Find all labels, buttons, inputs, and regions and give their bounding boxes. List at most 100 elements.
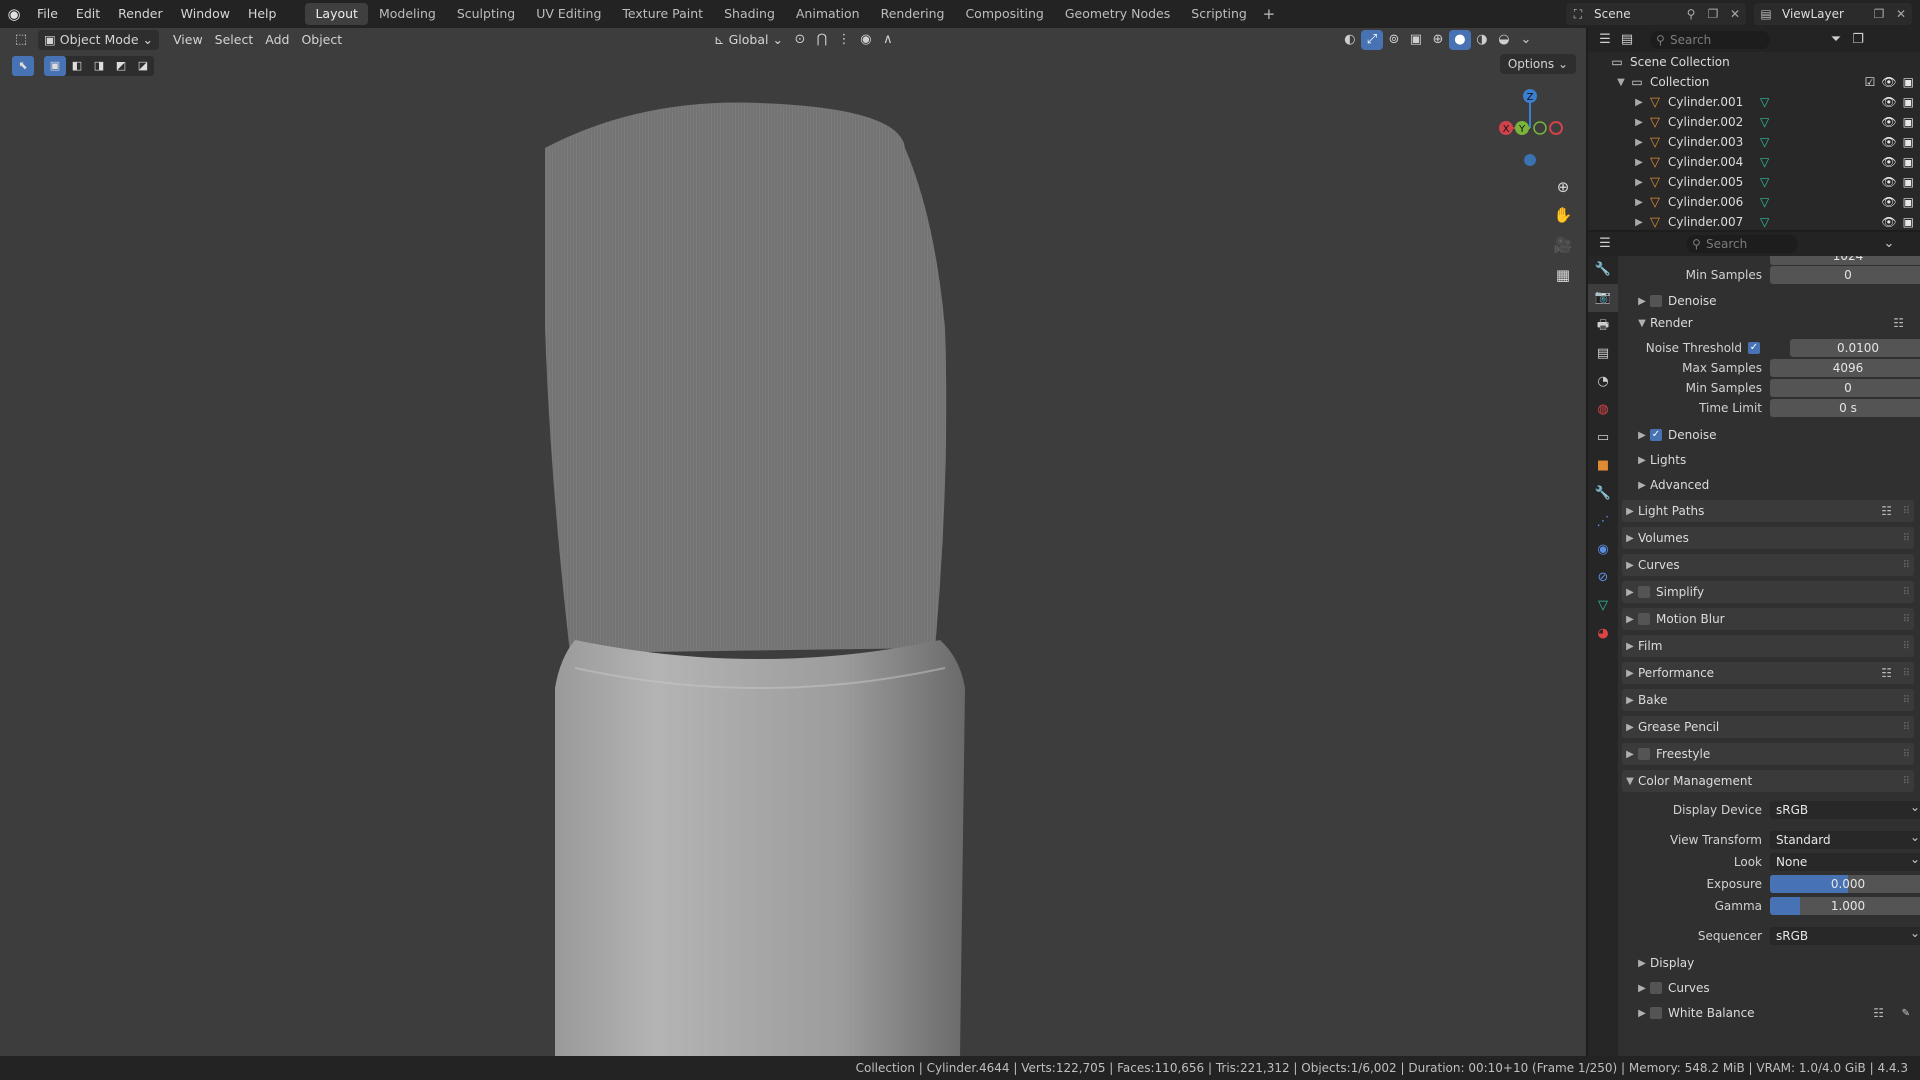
pivot-icon[interactable]: ⊙ [789, 30, 811, 50]
chevron-right-icon[interactable]: ▶ [1622, 695, 1638, 706]
tab-geometry-nodes[interactable]: Geometry Nodes [1055, 3, 1180, 25]
close-scene-icon[interactable]: ✕ [1724, 7, 1746, 21]
tab-scripting[interactable]: Scripting [1181, 3, 1257, 25]
tab-layout[interactable]: Layout [305, 3, 368, 25]
curves-subpanel[interactable]: ▶ Curves [1634, 977, 1920, 999]
chevron-right-icon[interactable]: ▶ [1622, 668, 1638, 679]
camera-icon[interactable]: ▣ [1903, 215, 1914, 229]
drag-handle-icon[interactable]: ⠿ [1903, 722, 1910, 733]
chevron-right-icon[interactable]: ▶ [1632, 137, 1646, 148]
chevron-right-icon[interactable]: ▶ [1622, 641, 1638, 652]
scene-name[interactable]: Scene [1590, 7, 1680, 21]
list-item[interactable]: ▶ ▽ Cylinder.007 ▽ 👁 ▣ [1588, 212, 1920, 232]
eye-icon[interactable]: 👁 [1881, 215, 1896, 229]
panel-light-paths[interactable]: ▶ Light Paths ☷ ⠿ [1622, 500, 1914, 522]
chevron-right-icon[interactable]: ▶ [1632, 217, 1646, 228]
drag-handle-icon[interactable]: ⠿ [1903, 776, 1910, 787]
presets-icon[interactable]: ☷ [1881, 666, 1892, 680]
world-tab-icon[interactable]: ◍ [1588, 396, 1618, 424]
panel-freestyle[interactable]: ▶ Freestyle ⠿ [1622, 743, 1914, 765]
chevron-right-icon[interactable]: ▶ [1634, 958, 1650, 969]
data-tab-icon[interactable]: ▽ [1588, 592, 1618, 620]
white-balance-checkbox[interactable] [1650, 1007, 1662, 1019]
list-item[interactable]: ▶ ▽ Cylinder.004 ▽ 👁 ▣ [1588, 152, 1920, 172]
output-tab-icon[interactable]: 🖶 [1588, 312, 1618, 340]
gizmo-toggle-icon[interactable]: ⤢ [1360, 30, 1383, 50]
chevron-right-icon[interactable]: ▶ [1632, 157, 1646, 168]
camera-icon[interactable]: ▣ [1903, 115, 1914, 129]
zoom-icon[interactable]: ⊕ [1550, 174, 1576, 200]
properties-search-input[interactable]: ⚲ Search [1686, 235, 1798, 253]
tab-modeling[interactable]: Modeling [369, 3, 446, 25]
overlay-toggle-icon[interactable]: ⊚ [1383, 30, 1405, 50]
chevron-right-icon[interactable]: ▶ [1632, 177, 1646, 188]
menu-add[interactable]: Add [259, 30, 295, 50]
options-button[interactable]: Options ⌄ [1499, 54, 1576, 74]
mesh-data-icon[interactable]: ▽ [1760, 215, 1769, 229]
chevron-right-icon[interactable]: ▶ [1622, 506, 1638, 517]
select-invert-icon[interactable]: ◩ [110, 56, 132, 76]
material-tab-icon[interactable]: ◕ [1588, 620, 1618, 648]
shading-material-icon[interactable]: ◑ [1471, 30, 1493, 50]
chevron-down-icon[interactable]: ▼ [1634, 318, 1650, 329]
sequencer-select[interactable]: sRGB [1770, 924, 1920, 945]
orientation-selector[interactable]: ⊾ Global ⌄ [708, 30, 789, 50]
freestyle-checkbox[interactable] [1638, 748, 1650, 760]
ortho-grid-icon[interactable]: ▦ [1550, 262, 1576, 288]
menu-help[interactable]: Help [239, 0, 286, 28]
properties-options-icon[interactable]: ⌄ [1878, 234, 1900, 254]
select-subtract-icon[interactable]: ◨ [88, 56, 110, 76]
snap-icon[interactable]: ⋂ [811, 30, 833, 50]
pan-hand-icon[interactable]: ✋ [1550, 202, 1576, 228]
collection-row[interactable]: ▼ ▭ Collection ☑ 👁 ▣ [1588, 72, 1920, 92]
lights-panel[interactable]: ▶ Lights [1634, 449, 1920, 471]
outliner-search-input[interactable]: ⚲ Search [1650, 31, 1770, 49]
editor-type-icon[interactable]: ⬚ [10, 30, 32, 50]
tool-tab-icon[interactable]: 🔧 [1588, 256, 1618, 284]
visibility-icon[interactable]: ◐ [1339, 30, 1361, 50]
drag-handle-icon[interactable]: ⠿ [1903, 749, 1910, 760]
tab-uv-editing[interactable]: UV Editing [526, 3, 611, 25]
camera-icon[interactable]: ▣ [1903, 75, 1914, 89]
view-transform-select[interactable]: Standard [1770, 828, 1920, 849]
close-viewlayer-icon[interactable]: ✕ [1890, 7, 1912, 21]
gamma-slider[interactable]: 1.000 [1770, 897, 1920, 915]
list-item[interactable]: ▶ ▽ Cylinder.001 ▽ 👁 ▣ [1588, 92, 1920, 112]
panel-performance[interactable]: ▶ Performance ☷ ⠿ [1622, 662, 1914, 684]
tab-compositing[interactable]: Compositing [955, 3, 1053, 25]
exposure-slider[interactable]: 0.000 [1770, 875, 1920, 893]
max-samples-partial-field[interactable]: 1024 [1770, 256, 1920, 265]
select-new-icon[interactable]: ▣ [44, 56, 66, 76]
eye-icon[interactable]: 👁 [1881, 75, 1896, 89]
noise-threshold-field[interactable]: 0.0100 [1790, 339, 1920, 357]
presets-icon[interactable]: ☷ [1873, 1006, 1884, 1020]
chevron-right-icon[interactable]: ▶ [1632, 197, 1646, 208]
collection-tab-icon[interactable]: ▭ [1588, 424, 1618, 452]
add-workspace-icon[interactable]: + [1258, 5, 1280, 23]
menu-edit[interactable]: Edit [67, 0, 109, 28]
modifier-tab-icon[interactable]: 🔧 [1588, 480, 1618, 508]
viewlayer-selector[interactable]: ▤ ViewLayer ❐ ✕ [1754, 3, 1912, 25]
tab-animation[interactable]: Animation [786, 3, 870, 25]
chevron-right-icon[interactable]: ▶ [1634, 1008, 1650, 1019]
eye-icon[interactable]: 👁 [1881, 195, 1896, 209]
mode-selector[interactable]: ▣ Object Mode ⌄ [38, 30, 159, 50]
camera-view-icon[interactable]: 🎥 [1550, 232, 1576, 258]
blender-logo-icon[interactable]: ◉ [0, 0, 28, 28]
display-device-select[interactable]: sRGB [1770, 798, 1920, 819]
chevron-down-icon[interactable]: ▼ [1614, 77, 1628, 88]
min-samples-top-field[interactable]: 0 [1770, 266, 1920, 284]
render-subpanel[interactable]: ▼ Render ☷ [1634, 312, 1920, 334]
denoise-checkbox[interactable]: ✓ [1650, 429, 1662, 441]
viewlayer-name[interactable]: ViewLayer [1778, 7, 1868, 21]
panel-grease-pencil[interactable]: ▶ Grease Pencil ⠿ [1622, 716, 1914, 738]
list-item[interactable]: ▶ ▽ Cylinder.002 ▽ 👁 ▣ [1588, 112, 1920, 132]
camera-icon[interactable]: ▣ [1903, 175, 1914, 189]
panel-volumes[interactable]: ▶ Volumes ⠿ [1622, 527, 1914, 549]
drag-handle-icon[interactable]: ⠿ [1903, 668, 1910, 679]
white-balance-subpanel[interactable]: ▶ White Balance ☷ ✎ [1634, 1002, 1914, 1024]
denoise-top-checkbox[interactable] [1650, 295, 1662, 307]
time-limit-field[interactable]: 0 s [1770, 399, 1920, 417]
panel-bake[interactable]: ▶ Bake ⠿ [1622, 689, 1914, 711]
camera-icon[interactable]: ▣ [1903, 195, 1914, 209]
